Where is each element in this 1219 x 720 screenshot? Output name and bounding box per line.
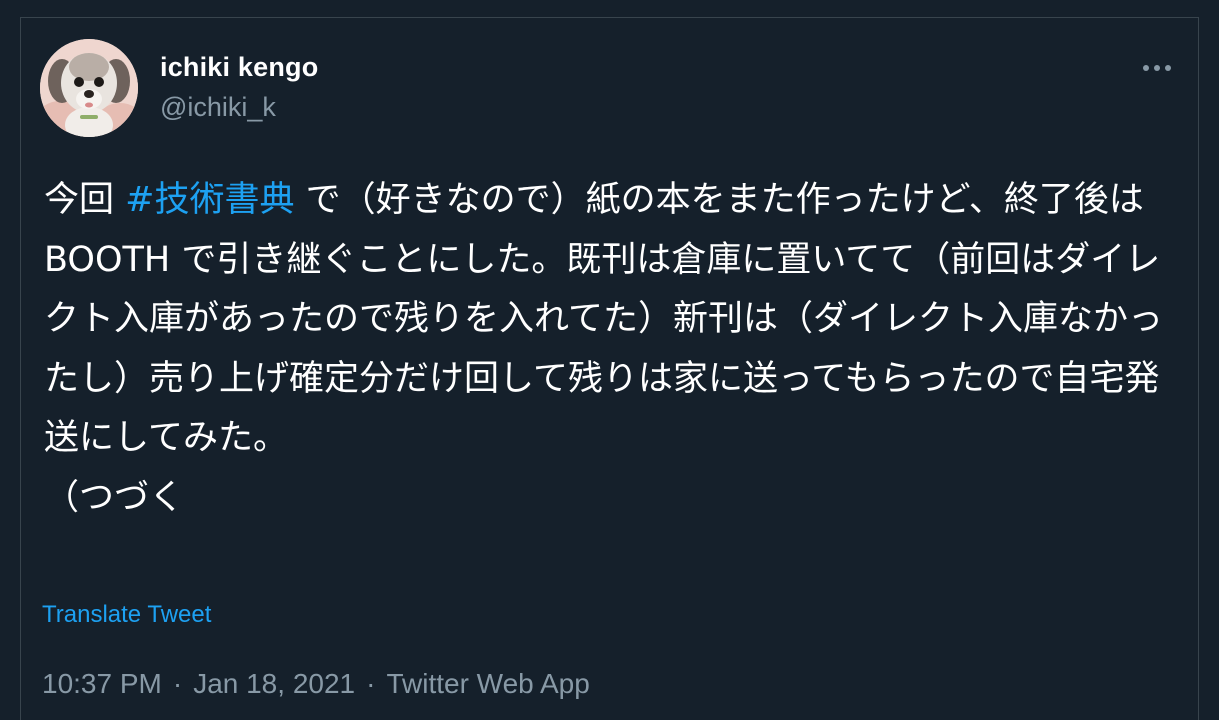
card-left-border xyxy=(20,17,21,720)
meta-separator: · xyxy=(366,668,376,699)
hashtag-link[interactable]: #技術書典 xyxy=(125,180,294,220)
more-options-button[interactable] xyxy=(1135,56,1179,80)
author-display-name[interactable]: ichiki kengo xyxy=(160,52,318,83)
card-top-border xyxy=(20,17,1199,18)
author-handle[interactable]: @ichiki_k xyxy=(160,92,276,123)
tweet-card: ichiki kengo @ichiki_k 今回 #技術書典 で（好きなので）… xyxy=(0,0,1219,720)
tweet-text-after: で（好きなので）紙の本をまた作ったけど、終了後は BOOTH で引き継ぐことにし… xyxy=(44,180,1163,518)
dog-avatar-icon xyxy=(40,39,138,137)
translate-tweet-link[interactable]: Translate Tweet xyxy=(42,601,211,629)
tweet-source-link[interactable]: Twitter Web App xyxy=(386,668,589,699)
tweet-metadata: 10:37 PM · Jan 18, 2021 · Twitter Web App xyxy=(42,668,590,700)
tweet-text: 今回 #技術書典 で（好きなので）紙の本をまた作ったけど、終了後は BOOTH … xyxy=(44,171,1179,528)
avatar[interactable] xyxy=(40,39,138,137)
meta-separator: · xyxy=(172,668,183,699)
tweet-time-link[interactable]: 10:37 PM xyxy=(42,668,162,699)
tweet-text-before: 今回 xyxy=(44,180,126,220)
more-horizontal-icon xyxy=(1143,65,1171,71)
card-right-border xyxy=(1198,17,1199,720)
tweet-date-link[interactable]: Jan 18, 2021 xyxy=(193,668,355,699)
